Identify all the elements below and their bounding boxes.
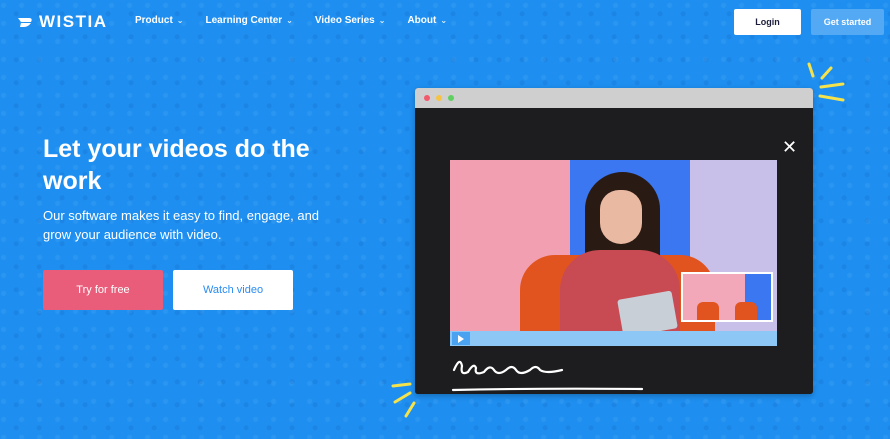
- chevron-down-icon: ⌄: [176, 16, 184, 25]
- close-icon[interactable]: ✕: [782, 137, 797, 157]
- nav-item-learning-center[interactable]: Learning Center ⌄: [205, 15, 292, 26]
- window-close-dot-icon: [424, 95, 430, 101]
- try-for-free-button[interactable]: Try for free: [43, 270, 163, 310]
- hero-subtitle: Our software makes it easy to find, enga…: [43, 208, 320, 242]
- nav-item-label: Product: [135, 15, 173, 26]
- signature-scribble-icon: [451, 360, 644, 392]
- person-face: [600, 190, 642, 244]
- pip-chair: [697, 302, 719, 320]
- logo-text: WISTIA: [39, 12, 108, 31]
- nav-menu: Product ⌄ Learning Center ⌄ Video Series…: [135, 15, 447, 26]
- get-started-button[interactable]: Get started: [811, 9, 884, 35]
- login-button[interactable]: Login: [734, 9, 801, 35]
- nav-item-label: Video Series: [314, 15, 375, 26]
- picture-in-picture-thumbnail[interactable]: [681, 272, 773, 322]
- video-progress-bar[interactable]: [450, 331, 777, 346]
- wistia-logo-icon: [18, 18, 32, 27]
- window-maximize-dot-icon: [448, 95, 454, 101]
- nav-item-about[interactable]: About ⌄: [407, 15, 447, 26]
- nav-item-label: About: [407, 15, 437, 26]
- nav-item-video-series[interactable]: Video Series ⌄: [315, 15, 386, 26]
- chevron-down-icon: ⌄: [286, 16, 293, 25]
- watch-video-button[interactable]: Watch video: [173, 270, 293, 310]
- chevron-down-icon: ⌄: [378, 16, 386, 25]
- wistia-logo[interactable]: WISTIA: [17, 12, 108, 32]
- video-player-mockup: ✕: [415, 88, 813, 394]
- nav-item-product[interactable]: Product ⌄: [135, 15, 183, 26]
- window-minimize-dot-icon: [436, 95, 442, 101]
- video-frame[interactable]: [450, 160, 777, 346]
- browser-toolbar: [415, 88, 813, 108]
- browser-content: ✕: [415, 108, 813, 394]
- hero-title: Let your videos do the work: [43, 135, 310, 195]
- chevron-down-icon: ⌄: [440, 16, 448, 25]
- play-button[interactable]: [452, 332, 470, 345]
- top-nav: WISTIA Product ⌄ Learning Center ⌄ Video…: [0, 0, 890, 44]
- pip-chair: [735, 302, 757, 320]
- play-icon: [458, 334, 464, 343]
- nav-item-label: Learning Center: [205, 15, 283, 26]
